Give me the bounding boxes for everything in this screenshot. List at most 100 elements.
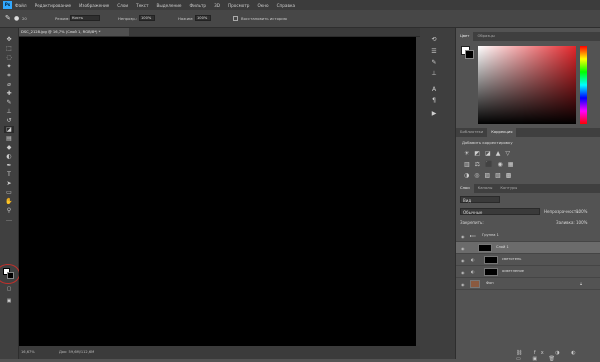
screen-mode-icon[interactable]: ▣ xyxy=(4,298,14,305)
zoom-level[interactable]: 16,67% xyxy=(21,350,35,354)
actions-panel-icon[interactable]: ▶ xyxy=(428,110,440,117)
crop-tool-icon[interactable]: ⌗ xyxy=(4,72,14,79)
gradient-tool-icon[interactable]: ▤ xyxy=(4,135,14,142)
dodge-tool-icon[interactable]: ◐ xyxy=(4,153,14,160)
tab-paths[interactable]: Контуры xyxy=(496,184,521,193)
adjustment-layer-icon: ◐ xyxy=(471,269,475,274)
more-tools-icon[interactable]: … xyxy=(4,216,14,223)
layer-name: Группа 1 xyxy=(482,233,499,237)
lock-label: Закрепить: xyxy=(460,220,484,225)
tab-color[interactable]: Цвет xyxy=(456,32,474,41)
lasso-tool-icon[interactable]: ◌ xyxy=(4,54,14,61)
layer-name: осветление xyxy=(502,269,525,273)
menu-help[interactable]: Справка xyxy=(277,3,295,8)
blend-mode-value: Обычные xyxy=(463,210,483,215)
visibility-eye-icon[interactable]: ◉ xyxy=(461,258,465,263)
history-label[interactable]: Восстановить историю xyxy=(241,16,287,21)
visibility-eye-icon[interactable]: ◉ xyxy=(461,246,465,251)
move-tool-icon[interactable]: ✥ xyxy=(4,36,14,43)
tab-adjustments[interactable]: Коррекция xyxy=(487,128,517,137)
history-panel-icon[interactable]: ⟲ xyxy=(428,36,440,43)
tab-swatches[interactable]: Образцы xyxy=(473,32,498,41)
visibility-eye-icon[interactable]: ◉ xyxy=(461,282,465,287)
brush-panel-icon[interactable]: ✎ xyxy=(428,59,440,66)
lock-icon[interactable]: 🔒︎ xyxy=(580,281,582,286)
pen-tool-icon[interactable]: ✒ xyxy=(4,162,14,169)
color-panel-tabs: Цвет Образцы xyxy=(456,32,600,41)
shape-tool-icon[interactable]: ▭ xyxy=(4,189,14,196)
document-canvas[interactable] xyxy=(19,37,416,346)
adjust-panel-tabs: Библиотеки Коррекция xyxy=(456,128,600,137)
marquee-tool-icon[interactable]: ⬚ xyxy=(4,45,14,52)
layer-name: Слой 1 xyxy=(496,245,509,249)
tab-channels[interactable]: Каналы xyxy=(474,184,497,193)
layer-thumbnail xyxy=(470,280,480,288)
visibility-eye-icon[interactable]: ◉ xyxy=(461,270,465,275)
menu-image[interactable]: Изображение xyxy=(79,3,109,8)
healing-tool-icon[interactable]: ✚ xyxy=(4,90,14,97)
background-swatch[interactable] xyxy=(465,50,474,59)
menu-window[interactable]: Окно xyxy=(257,3,268,8)
menu-edit[interactable]: Редактирование xyxy=(35,3,72,8)
opacity-field[interactable]: 100% xyxy=(139,15,155,21)
adjustments-title: Добавить корректировку xyxy=(462,140,513,145)
layer-mask-thumbnail xyxy=(484,256,498,264)
menu-layers[interactable]: Слои xyxy=(117,3,128,8)
history-brush-tool-icon[interactable]: ↺ xyxy=(4,117,14,124)
hand-tool-icon[interactable]: ✋ xyxy=(4,198,14,205)
fill-value[interactable]: 100% xyxy=(576,220,587,225)
type-tool-icon[interactable]: T xyxy=(4,171,14,178)
layer-row-adjustment[interactable]: ◉ ◐ осветление xyxy=(456,266,600,278)
eyedropper-tool-icon[interactable]: ⌀ xyxy=(4,81,14,88)
eraser-tool-icon[interactable]: ◪ xyxy=(4,126,14,133)
menu-type[interactable]: Текст xyxy=(136,3,148,8)
flow-field[interactable]: 100% xyxy=(195,15,211,21)
app-logo: Ps xyxy=(3,1,12,9)
layer-row-adjustment[interactable]: ◉ ◐ светотень xyxy=(456,254,600,266)
brush-preset-icon[interactable]: ● xyxy=(14,15,19,22)
clone-source-panel-icon[interactable]: ⊥ xyxy=(428,70,440,77)
document-tab[interactable]: DSC_2128.jpg @ 16,7% (Слой 1, RGB/8*) * xyxy=(19,28,129,36)
color-field[interactable] xyxy=(478,46,576,124)
eraser-tool-icon[interactable]: ✎ xyxy=(5,14,11,22)
layer-opacity-value[interactable]: 100% xyxy=(576,209,587,214)
character-panel-icon[interactable]: A xyxy=(428,86,440,93)
quick-mask-icon[interactable]: ▢ xyxy=(4,286,14,293)
layer-name: Фон xyxy=(486,281,494,285)
layer-filter-select[interactable]: Вид xyxy=(460,196,500,203)
blend-mode-select[interactable]: Обычные xyxy=(460,208,540,215)
mode-label: Режим: xyxy=(55,16,70,21)
brush-tool-icon[interactable]: ✎ xyxy=(4,99,14,106)
adjustment-icons-grid[interactable]: ☀◩◪▲▽ ▥⚖⬛◉▦ ◑◎▨▧▩ xyxy=(464,148,538,182)
tab-layers[interactable]: Слои xyxy=(456,184,474,193)
menu-file[interactable]: Файл xyxy=(15,3,27,8)
options-bar: ✎ ● 20 Режим: Кисть Непрозр.: 100% Нажим… xyxy=(0,10,600,28)
visibility-eye-icon[interactable]: ◉ xyxy=(461,234,465,239)
layer-mask-thumbnail xyxy=(484,268,498,276)
history-checkbox[interactable] xyxy=(233,16,238,21)
path-select-tool-icon[interactable]: ➤ xyxy=(4,180,14,187)
menu-filter[interactable]: Фильтр xyxy=(190,3,207,8)
magic-wand-tool-icon[interactable]: ✦ xyxy=(4,63,14,70)
menu-3d[interactable]: 3D xyxy=(214,3,220,8)
brush-size: 20 xyxy=(22,16,27,21)
layer-row-group[interactable]: ◉ ▸▭ Группа 1 xyxy=(456,230,600,242)
layer-row-background[interactable]: ◉ Фон 🔒︎ xyxy=(456,278,600,290)
zoom-tool-icon[interactable]: ⚲ xyxy=(4,207,14,214)
tab-libraries[interactable]: Библиотеки xyxy=(456,128,487,137)
properties-panel-icon[interactable]: ☰ xyxy=(428,48,440,55)
blur-tool-icon[interactable]: ◆ xyxy=(4,144,14,151)
stamp-tool-icon[interactable]: ⊥ xyxy=(4,108,14,115)
menu-select[interactable]: Выделение xyxy=(157,3,182,8)
fill-label: Заливка: xyxy=(556,220,575,225)
menu-view[interactable]: Просмотр xyxy=(228,3,250,8)
flow-label: Нажим: xyxy=(178,16,194,21)
menu-bar: Ps Файл Редактирование Изображение Слои … xyxy=(0,0,600,10)
paragraph-panel-icon[interactable]: ¶ xyxy=(428,97,440,104)
layer-filter-label: Вид xyxy=(463,198,472,203)
layer-row-selected[interactable]: ◉ Слой 1 xyxy=(456,242,600,254)
mode-select[interactable]: Кисть xyxy=(70,15,100,21)
hue-slider[interactable] xyxy=(580,46,587,124)
layers-footer-icons[interactable]: ⛓ fx ◑ ◐ ▭ ▣ 🗑︎ xyxy=(516,350,596,362)
highlight-circle xyxy=(0,264,20,284)
